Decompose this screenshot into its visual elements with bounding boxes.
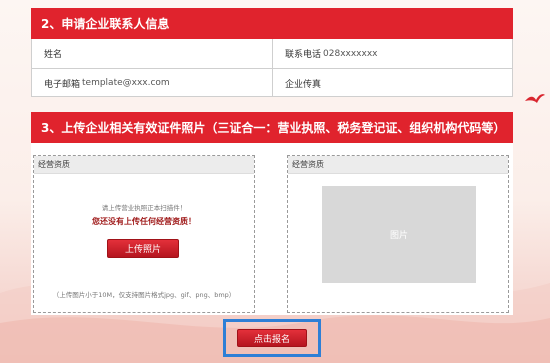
fax-label: 企业传真 xyxy=(285,79,322,90)
phone-label: 联系电话 xyxy=(285,50,322,60)
contact-info-table: 姓名 联系电话 028xxxxxxx 电子邮箱 template@xxx.com… xyxy=(31,39,513,97)
submit-highlight-frame: 点击报名 xyxy=(223,319,321,357)
image-placeholder-label: 图片 xyxy=(389,231,408,241)
bird-decoration-icon xyxy=(525,94,545,103)
email-label: 电子邮箱 xyxy=(44,79,81,90)
upload-card-left: 经营资质 请上传营业执照正本扫描件！ 您还没有上传任何经营资质！ 上传照片 （上… xyxy=(33,155,255,313)
image-placeholder: 图片 xyxy=(322,186,476,283)
phone-value: 028xxxxxxx xyxy=(323,48,378,59)
upload-card-right: 经营资质 图片 xyxy=(287,155,509,313)
contact-row: 姓名 联系电话 028xxxxxxx xyxy=(32,39,512,68)
section-header-contact: 2、申请企业联系人信息 xyxy=(31,8,513,39)
name-field[interactable]: 姓名 xyxy=(32,39,272,68)
name-label: 姓名 xyxy=(44,50,63,60)
email-field[interactable]: 电子邮箱 template@xxx.com xyxy=(32,69,272,97)
email-value: template@xxx.com xyxy=(82,78,170,88)
section-header-documents: 3、上传企业相关有效证件照片（三证合一：营业执照、税务登记证、组织机构代码等） xyxy=(31,112,513,143)
upload-photo-button[interactable]: 上传照片 xyxy=(107,239,179,258)
submit-registration-button[interactable]: 点击报名 xyxy=(237,329,307,347)
upload-warning: 您还没有上传任何经营资质！ xyxy=(92,217,196,226)
section-title-documents: 3、上传企业相关有效证件照片（三证合一：营业执照、税务登记证、组织机构代码等） xyxy=(41,121,506,135)
contact-row: 电子邮箱 template@xxx.com 企业传真 xyxy=(32,68,512,97)
section-title-contact: 2、申请企业联系人信息 xyxy=(41,17,170,31)
card-title: 经营资质 xyxy=(34,156,254,174)
card-title: 经营资质 xyxy=(288,156,508,174)
phone-field[interactable]: 联系电话 028xxxxxxx xyxy=(272,39,512,68)
fax-field[interactable]: 企业传真 xyxy=(272,69,512,97)
upload-note: （上传图片小于10M，仅支持图片格式jpg、gif、png、bmp） xyxy=(52,291,236,299)
upload-hint: 请上传营业执照正本扫描件！ xyxy=(101,204,187,212)
